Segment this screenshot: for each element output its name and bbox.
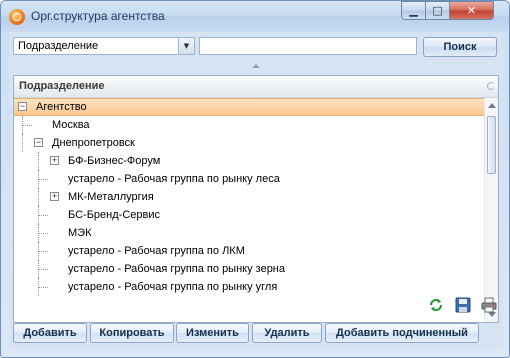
org-tree-grid: Подразделение − Агентство Москва − Днепропет… bbox=[13, 75, 499, 323]
tree-row[interactable]: МЭК bbox=[14, 224, 484, 242]
tree-row[interactable]: Москва bbox=[14, 116, 484, 134]
title-bar[interactable]: Орг.структура агентства ▁ □ ✕ bbox=[1, 1, 509, 32]
content-area: Подразделение ▼ Поиск Подразделение − Аге… bbox=[9, 32, 503, 350]
tree-row[interactable]: устарело - Рабочая группа по рынку угля bbox=[14, 278, 484, 296]
search-button[interactable]: Поиск bbox=[423, 37, 497, 57]
expand-icon[interactable]: + bbox=[50, 156, 59, 165]
collapse-icon[interactable]: − bbox=[34, 138, 43, 147]
column-header-label: Подразделение bbox=[19, 80, 105, 92]
tree-row[interactable]: устарело - Рабочая группа по ЛКМ bbox=[14, 242, 484, 260]
minimize-button[interactable]: ▁ bbox=[401, 1, 426, 20]
tree-connector-line bbox=[38, 152, 39, 170]
collapse-icon[interactable]: − bbox=[18, 102, 27, 111]
tree-row[interactable]: + БФ-Бизнес-Форум bbox=[14, 152, 484, 170]
tree-connector-line bbox=[38, 179, 48, 180]
tree-connector-line bbox=[38, 215, 48, 216]
add-child-button[interactable]: Добавить подчиненный bbox=[325, 323, 479, 343]
print-icon[interactable] bbox=[480, 296, 498, 314]
column-header[interactable]: Подразделение bbox=[14, 76, 484, 98]
tree-row[interactable]: устарело - Рабочая группа по рынку леса bbox=[14, 170, 484, 188]
app-globe-icon bbox=[9, 9, 25, 25]
main-window: Орг.структура агентства ▁ □ ✕ Подразделе… bbox=[0, 0, 510, 358]
collapse-splitter[interactable] bbox=[9, 62, 503, 71]
scroll-thumb[interactable] bbox=[487, 116, 496, 174]
tree-row-label: Агентство bbox=[36, 101, 87, 113]
tree-connector-line bbox=[38, 287, 48, 288]
tree-row-label: МК-Металлургия bbox=[68, 191, 154, 203]
tree-connector-line bbox=[38, 188, 39, 206]
tree-row-label: Москва bbox=[52, 119, 90, 131]
add-button[interactable]: Добавить bbox=[13, 323, 87, 343]
tree-row-label: устарело - Рабочая группа по рынку зерна bbox=[68, 263, 286, 275]
tree-rows: − Агентство Москва − Днепропетровск + БФ-Бизне… bbox=[14, 98, 484, 322]
tree-row[interactable]: + МК-Металлургия bbox=[14, 188, 484, 206]
tree-connector-line bbox=[38, 233, 48, 234]
window-title: Орг.структура агентства bbox=[31, 9, 165, 23]
search-bar: Подразделение ▼ Поиск bbox=[9, 32, 503, 60]
tree-row-label: БС-Бренд-Сервис bbox=[68, 209, 160, 221]
tree-row-label: устарело - Рабочая группа по ЛКМ bbox=[68, 245, 245, 257]
save-icon[interactable] bbox=[454, 296, 472, 314]
refresh-icon[interactable] bbox=[427, 296, 445, 314]
delete-button[interactable]: Удалить bbox=[252, 323, 322, 343]
edit-button[interactable]: Изменить bbox=[176, 323, 249, 343]
tree-row-label: устарело - Рабочая группа по рынку леса bbox=[68, 173, 280, 185]
tree-connector-line bbox=[22, 125, 32, 126]
tree-row-label: Днепропетровск bbox=[52, 137, 135, 149]
maximize-button[interactable]: □ bbox=[425, 1, 450, 20]
tree-row-label: устарело - Рабочая группа по рынку угля bbox=[68, 281, 278, 293]
tree-row[interactable]: БС-Бренд-Сервис bbox=[14, 206, 484, 224]
close-button[interactable]: ✕ bbox=[449, 1, 494, 20]
scroll-up-icon[interactable] bbox=[488, 103, 496, 108]
search-field-select[interactable]: Подразделение ▼ bbox=[13, 37, 195, 55]
tree-connector-line bbox=[38, 251, 48, 252]
vertical-scrollbar[interactable] bbox=[484, 98, 498, 322]
search-input[interactable] bbox=[199, 37, 417, 55]
header-refresh-icon[interactable] bbox=[487, 82, 495, 90]
collapse-up-icon[interactable] bbox=[252, 64, 260, 68]
tree-row-label: БФ-Бизнес-Форум bbox=[68, 155, 161, 167]
tree-connector-line bbox=[22, 134, 23, 152]
tree-connector-line bbox=[38, 269, 48, 270]
copy-button[interactable]: Копировать bbox=[90, 323, 174, 343]
tree-row[interactable]: − Агентство bbox=[14, 98, 484, 116]
header-corner bbox=[484, 76, 498, 98]
tree-row[interactable]: − Днепропетровск bbox=[14, 134, 484, 152]
tree-row[interactable]: устарело - Рабочая группа по рынку зерна bbox=[14, 260, 484, 278]
expand-icon[interactable]: + bbox=[50, 192, 59, 201]
chevron-down-icon[interactable]: ▼ bbox=[178, 38, 194, 54]
action-buttons: Добавить Копировать Изменить Удалить Доб… bbox=[9, 321, 503, 345]
tree-row-label: МЭК bbox=[68, 227, 92, 239]
search-field-value: Подразделение bbox=[18, 40, 99, 52]
